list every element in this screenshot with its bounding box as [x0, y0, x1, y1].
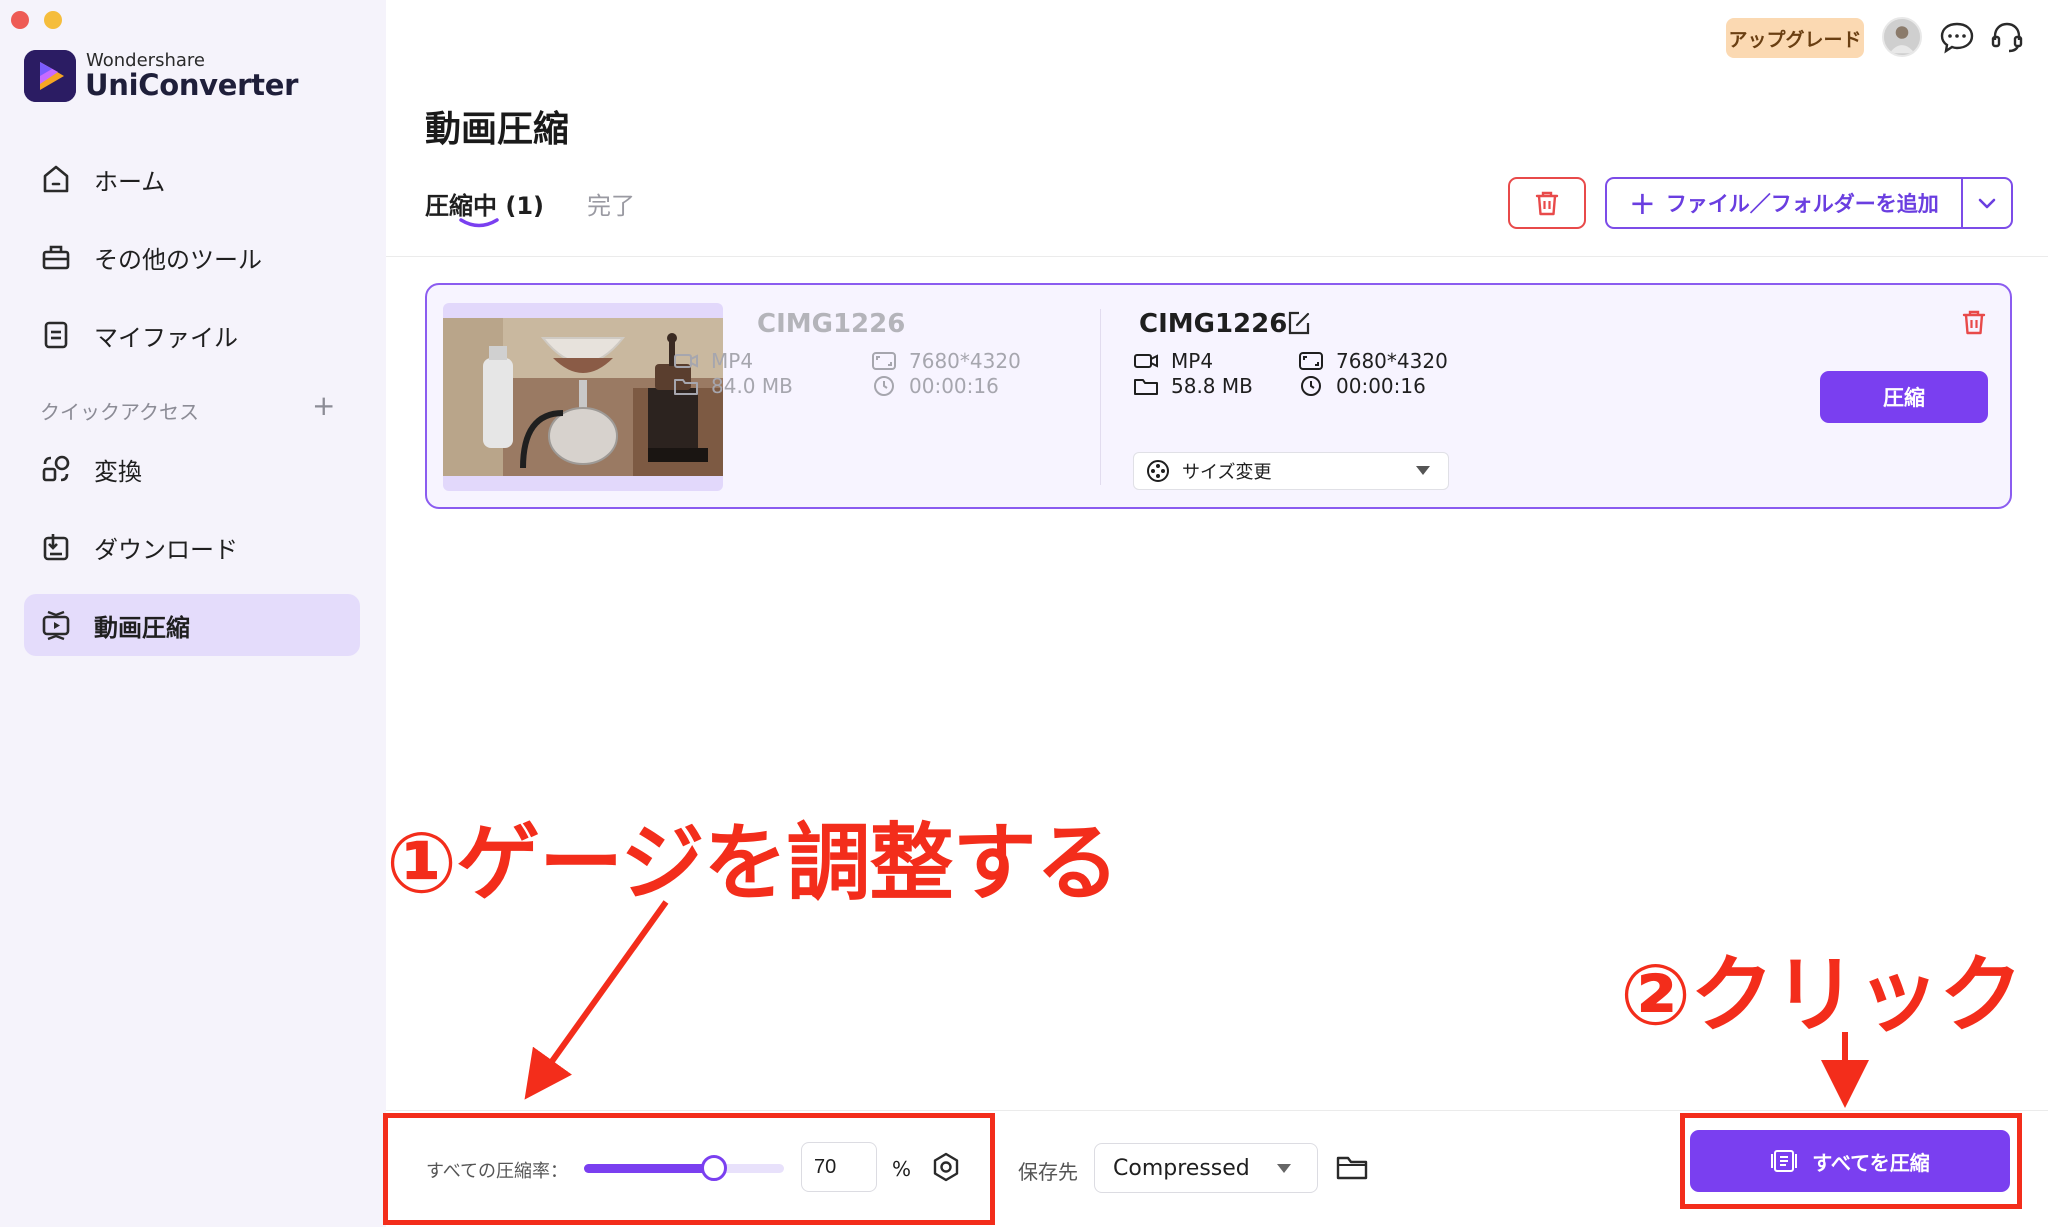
- folder-icon: [674, 379, 698, 395]
- sidebar-item-home[interactable]: ホーム: [24, 148, 360, 210]
- annotation-step1: ①ゲージを調整する: [386, 796, 1125, 917]
- upgrade-button[interactable]: アップグレード: [1726, 18, 1864, 58]
- tab-compressing[interactable]: 圧縮中 (1): [425, 186, 544, 221]
- tab-active-indicator: [459, 218, 499, 228]
- delete-all-button[interactable]: [1508, 177, 1586, 229]
- save-location-label: 保存先: [1018, 1160, 1078, 1184]
- output-duration-text: 00:00:16: [1336, 374, 1426, 398]
- source-format-row: MP4: [673, 349, 753, 373]
- source-resolution-row: 7680*4320: [871, 349, 1021, 373]
- home-icon: [38, 161, 74, 197]
- slider-fill: [584, 1164, 714, 1173]
- resize-dropdown[interactable]: サイズ変更: [1133, 452, 1449, 490]
- sidebar-item-video-compress[interactable]: 動画圧縮: [24, 594, 360, 656]
- output-duration-row: 00:00:16: [1298, 374, 1426, 398]
- resolution-icon: [872, 352, 896, 370]
- folder-icon: [1134, 379, 1158, 395]
- file-card: CIMG1226 MP4 84.0 MB 7680*4320 00:00:16 …: [425, 283, 2012, 509]
- source-format-text: MP4: [711, 349, 754, 373]
- sidebar-item-label: マイファイル: [94, 323, 238, 352]
- sidebar-item-label: 動画圧縮: [94, 613, 190, 642]
- settings-hexagon-icon[interactable]: [930, 1151, 962, 1183]
- trash-icon: [1535, 191, 1559, 216]
- compress-all-label: すべてを圧縮: [1812, 1150, 1930, 1175]
- card-separator: [1100, 309, 1101, 485]
- compression-ratio-slider[interactable]: [584, 1155, 784, 1181]
- source-duration-row: 00:00:16: [871, 374, 999, 398]
- sidebar-item-download[interactable]: ダウンロード: [24, 516, 360, 578]
- caret-down-icon: [1277, 1164, 1291, 1173]
- source-size-row: 84.0 MB: [673, 374, 793, 398]
- add-files-label: ファイル／フォルダーを追加: [1665, 192, 1939, 216]
- annotation-arrow-1: [524, 900, 669, 1100]
- sidebar: Wondershare UniConverter ホーム その他のツール マイフ…: [0, 0, 386, 1227]
- page-title: 動画圧縮: [425, 109, 570, 150]
- compress-all-button[interactable]: すべてを圧縮: [1690, 1130, 2010, 1192]
- window-close-button[interactable]: [11, 11, 29, 29]
- annotation-step2: ②クリック: [1620, 946, 2023, 1044]
- sidebar-item-tools[interactable]: その他のツール: [24, 226, 360, 288]
- caret-down-icon: [1416, 466, 1430, 475]
- toolbox-icon: [38, 239, 74, 275]
- sidebar-item-label: 変換: [94, 457, 142, 486]
- compress-all-icon: [1771, 1150, 1798, 1172]
- plus-icon: +: [1629, 184, 1656, 222]
- resolution-icon: [1299, 352, 1323, 370]
- open-folder-icon[interactable]: [1335, 1152, 1369, 1182]
- add-files-button[interactable]: + ファイル／フォルダーを追加: [1605, 177, 1961, 229]
- percent-unit: %: [892, 1157, 912, 1181]
- add-files-dropdown[interactable]: [1961, 177, 2013, 229]
- uniconverter-logo-icon: [24, 50, 76, 102]
- avatar[interactable]: [1882, 17, 1922, 57]
- source-file-name: CIMG1226: [757, 309, 906, 339]
- output-format-row: MP4: [1133, 349, 1213, 373]
- output-resolution-row: 7680*4320: [1298, 349, 1448, 373]
- quick-access-add-icon[interactable]: +: [312, 392, 335, 420]
- save-location-select[interactable]: Compressed: [1094, 1143, 1318, 1193]
- sidebar-item-my-files[interactable]: マイファイル: [24, 304, 360, 366]
- film-reel-icon: [1147, 460, 1169, 482]
- sidebar-item-label: その他のツール: [94, 245, 262, 274]
- output-size-text: 58.8 MB: [1171, 374, 1253, 398]
- chevron-down-icon: [1978, 198, 1996, 209]
- compression-ratio-label: すべての圧縮率：: [426, 1161, 569, 1182]
- clock-icon: [1301, 376, 1321, 396]
- sidebar-item-label: ホーム: [94, 167, 166, 196]
- output-file-name: CIMG1226: [1139, 309, 1288, 339]
- download-icon: [38, 529, 74, 565]
- brand-name: UniConverter: [85, 68, 299, 102]
- file-icon: [38, 317, 74, 353]
- delete-file-icon[interactable]: [1959, 307, 1989, 337]
- video-camera-icon: [1134, 354, 1158, 368]
- edit-name-icon[interactable]: [1285, 309, 1313, 337]
- clock-icon: [874, 376, 894, 396]
- convert-icon: [38, 451, 74, 487]
- bottom-divider: [386, 1110, 2048, 1111]
- source-resolution-text: 7680*4320: [909, 349, 1021, 373]
- tab-done[interactable]: 完了: [587, 186, 635, 221]
- save-location-value: Compressed: [1113, 1155, 1250, 1181]
- quick-access-heading: クイックアクセス: [40, 400, 199, 424]
- support-headset-icon[interactable]: [1988, 18, 2026, 56]
- source-duration-text: 00:00:16: [909, 374, 999, 398]
- output-resolution-text: 7680*4320: [1336, 349, 1448, 373]
- output-size-row: 58.8 MB: [1133, 374, 1253, 398]
- header-divider: [386, 256, 2048, 257]
- output-format-text: MP4: [1171, 349, 1214, 373]
- chat-icon[interactable]: [1938, 18, 1976, 56]
- window-minimize-button[interactable]: [44, 11, 62, 29]
- compress-button[interactable]: 圧縮: [1820, 371, 1988, 423]
- source-size-text: 84.0 MB: [711, 374, 793, 398]
- sidebar-item-label: ダウンロード: [94, 535, 238, 564]
- video-camera-icon: [674, 354, 698, 368]
- sidebar-item-convert[interactable]: 変換: [24, 438, 360, 500]
- video-compress-icon: [38, 607, 74, 643]
- slider-thumb[interactable]: [701, 1155, 727, 1181]
- compression-ratio-input[interactable]: [801, 1142, 877, 1192]
- resize-dropdown-value: サイズ変更: [1182, 462, 1272, 483]
